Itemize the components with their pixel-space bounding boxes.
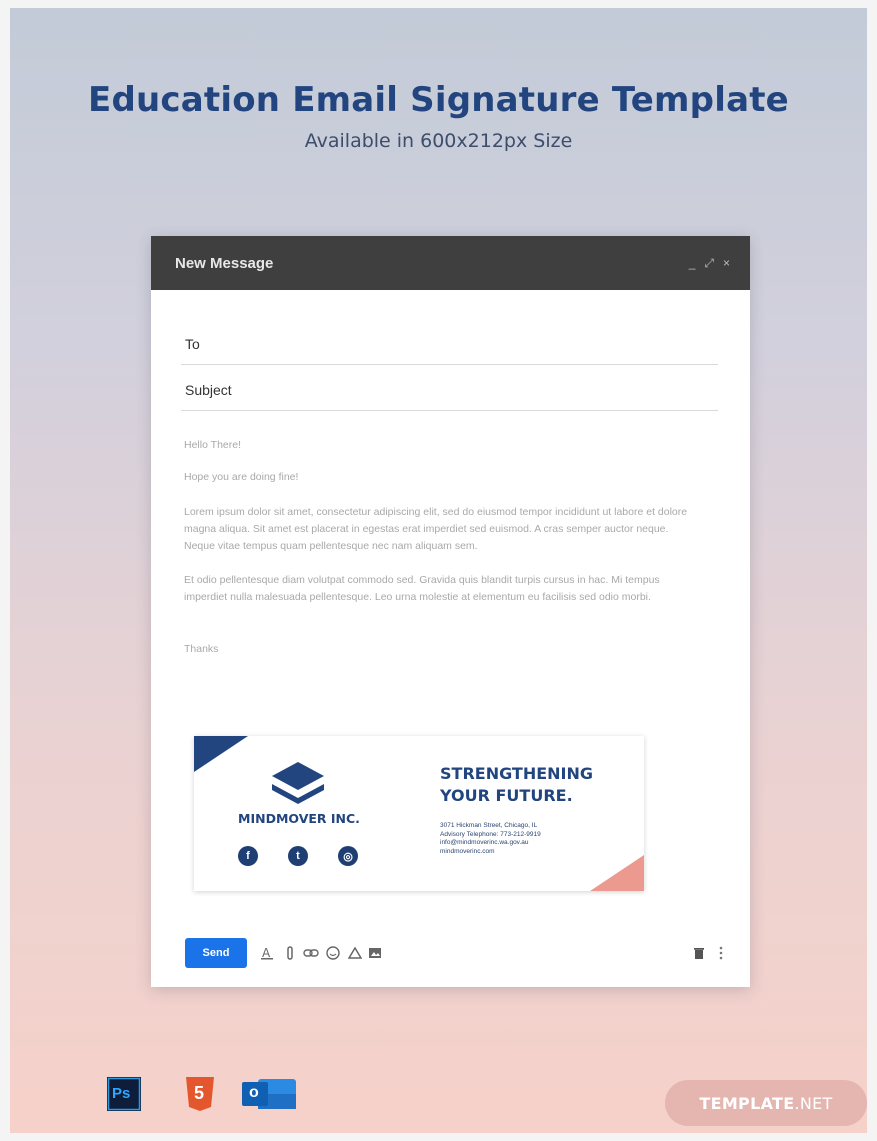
facebook-icon[interactable]: f xyxy=(238,846,258,866)
emoji-icon[interactable] xyxy=(325,945,341,961)
html5-label: 5 xyxy=(194,1083,205,1103)
template-net-badge[interactable]: TEMPLATE .NET xyxy=(665,1080,867,1126)
drive-icon[interactable] xyxy=(347,945,363,961)
page-title: Education Email Signature Template xyxy=(88,80,789,120)
body-paragraph-2: Et odio pellentesque diam volutpat commo… xyxy=(184,574,660,603)
html5-icon: 5 xyxy=(183,1077,217,1111)
compose-header: New Message _ ⤢ × xyxy=(151,236,750,290)
corner-triangle-bottom-right xyxy=(590,855,644,891)
compose-window: New Message _ ⤢ × To Subject Hello There… xyxy=(151,236,750,987)
brand-suffix: .NET xyxy=(794,1093,833,1113)
tagline-line-1: STRENGTHENING xyxy=(440,764,594,783)
poster-background: Education Email Signature Template Avail… xyxy=(10,8,867,1133)
instagram-icon[interactable]: ◎ xyxy=(338,846,358,866)
text-format-icon[interactable]: A xyxy=(259,945,275,961)
corner-triangle-top-left xyxy=(194,736,248,772)
body-greeting: Hello There! xyxy=(184,439,242,451)
twitter-icon[interactable]: t xyxy=(288,846,308,866)
body-paragraph-1: Lorem ipsum dolor sit amet, consectetur … xyxy=(184,506,688,552)
window-controls: _ ⤢ × xyxy=(689,256,730,270)
signature-company-name: MINDMOVER INC. xyxy=(238,811,360,826)
contact-website[interactable]: mindmoverinc.com xyxy=(440,848,541,857)
photoshop-label: Ps xyxy=(112,1085,131,1102)
email-signature-card: MINDMOVER INC. f t ◎ STRENGTHENING YOUR … xyxy=(194,736,644,891)
send-button[interactable]: Send xyxy=(185,938,247,968)
more-options-icon[interactable] xyxy=(713,945,729,961)
photoshop-icon: Ps xyxy=(107,1077,141,1111)
contact-address: 3071 Hickman Street, Chicago, IL xyxy=(440,822,538,829)
social-icons: f t ◎ xyxy=(238,846,358,866)
expand-icon[interactable]: ⤢ xyxy=(704,256,714,270)
body-line: Hope you are doing fine! xyxy=(184,471,299,483)
brand-main: TEMPLATE xyxy=(699,1093,795,1113)
contact-phone: Advisory Telephone: 773-212-9919 xyxy=(440,830,541,838)
close-icon[interactable]: × xyxy=(723,256,730,270)
contact-email[interactable]: info@mindmoverinc.wa.gov.au xyxy=(440,839,541,848)
trash-icon[interactable] xyxy=(691,945,707,961)
compose-title: New Message xyxy=(175,255,274,272)
outlook-label: o xyxy=(249,1084,259,1101)
signature-contact: 3071 Hickman Street, Chicago, IL Advisor… xyxy=(440,822,541,856)
outlook-icon: o xyxy=(242,1077,300,1111)
body-closing: Thanks xyxy=(184,643,219,655)
page-subtitle: Available in 600x212px Size xyxy=(304,130,573,152)
photo-icon[interactable] xyxy=(367,945,383,961)
to-label: To xyxy=(185,336,200,352)
attachment-icon[interactable] xyxy=(282,945,298,961)
svg-text:A: A xyxy=(262,946,271,960)
graduation-cap-logo-icon xyxy=(272,762,324,804)
subject-field[interactable]: Subject xyxy=(181,364,718,411)
subject-label: Subject xyxy=(185,382,232,398)
tagline-line-2: YOUR FUTURE. xyxy=(440,786,573,805)
to-field[interactable]: To xyxy=(181,318,718,365)
link-icon[interactable] xyxy=(303,945,319,961)
signature-tagline: STRENGTHENING YOUR FUTURE. xyxy=(440,763,593,807)
minimize-icon[interactable]: _ xyxy=(689,256,696,270)
